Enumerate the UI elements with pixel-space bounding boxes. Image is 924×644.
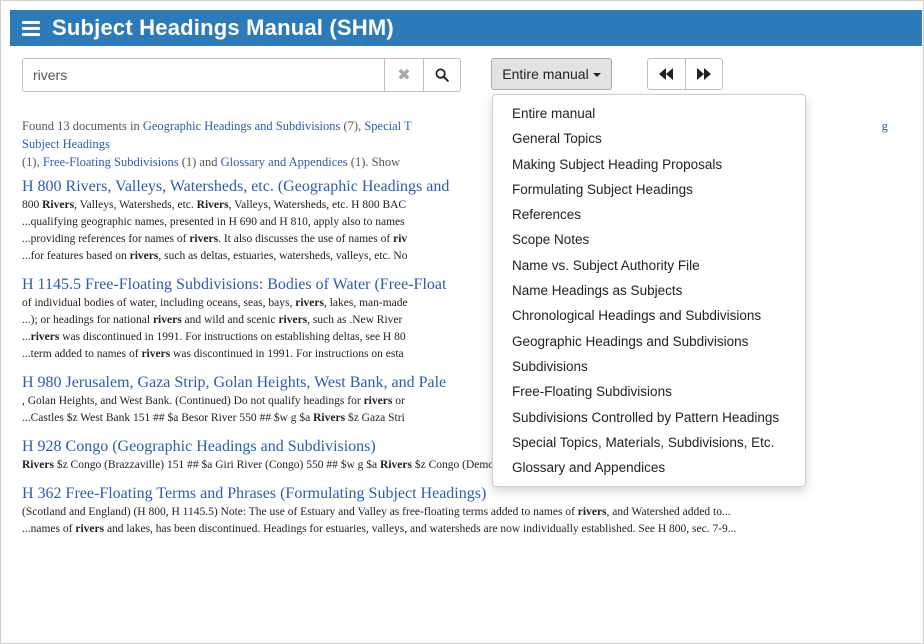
dropdown-item[interactable]: Formulating Subject Headings bbox=[493, 177, 805, 202]
dropdown-item[interactable]: Geographic Headings and Subdivisions bbox=[493, 329, 805, 354]
search-result: H 362 Free-Floating Terms and Phrases (F… bbox=[22, 484, 922, 538]
next-result-button[interactable] bbox=[684, 59, 723, 89]
search-button[interactable] bbox=[423, 59, 460, 91]
clear-search-button[interactable]: ✖ bbox=[384, 59, 423, 91]
search-icon bbox=[435, 68, 449, 82]
dropdown-item[interactable]: Name vs. Subject Authority File bbox=[493, 253, 805, 278]
result-title-link[interactable]: H 362 Free-Floating Terms and Phrases (F… bbox=[22, 484, 922, 504]
dropdown-item[interactable]: Special Topics, Materials, Subdivisions,… bbox=[493, 430, 805, 455]
app-header: Subject Headings Manual (SHM) bbox=[10, 10, 922, 46]
dropdown-item[interactable]: General Topics bbox=[493, 126, 805, 151]
category-link[interactable]: Glossary and Appendices bbox=[221, 155, 348, 169]
dropdown-item[interactable]: Subdivisions bbox=[493, 354, 805, 379]
category-link[interactable]: Free-Floating Subdivisions bbox=[43, 155, 179, 169]
hamburger-icon[interactable] bbox=[22, 20, 40, 36]
fast-forward-icon bbox=[696, 68, 711, 80]
page-title: Subject Headings Manual (SHM) bbox=[52, 15, 394, 40]
clear-icon: ✖ bbox=[397, 67, 411, 84]
dropdown-item[interactable]: Making Subject Heading Proposals bbox=[493, 152, 805, 177]
dropdown-item[interactable]: Entire manual bbox=[493, 101, 805, 126]
dropdown-item[interactable]: Chronological Headings and Subdivisions bbox=[493, 303, 805, 328]
result-nav bbox=[647, 58, 723, 90]
dropdown-item[interactable]: Glossary and Appendices bbox=[493, 455, 805, 480]
dropdown-item[interactable]: Subdivisions Controlled by Pattern Headi… bbox=[493, 405, 805, 430]
dropdown-item[interactable]: Scope Notes bbox=[493, 227, 805, 252]
result-snippet: ...names of rivers and lakes, has been d… bbox=[22, 523, 737, 535]
scope-label: Entire manual bbox=[502, 66, 589, 82]
category-link[interactable]: Geographic Headings and Subdivisions bbox=[143, 119, 341, 133]
caret-down-icon bbox=[592, 73, 601, 77]
rewind-icon bbox=[659, 68, 674, 80]
dropdown-item[interactable]: Free-Floating Subdivisions bbox=[493, 379, 805, 404]
dropdown-item[interactable]: References bbox=[493, 202, 805, 227]
scope-dropdown-button[interactable]: Entire manual bbox=[491, 58, 612, 90]
search-box: ✖ bbox=[22, 58, 461, 92]
search-input[interactable] bbox=[23, 59, 384, 91]
scope-dropdown-menu: Entire manual General Topics Making Subjec… bbox=[492, 94, 806, 487]
result-snippet: (Scotland and England) (H 800, H 1145.5)… bbox=[22, 506, 731, 518]
dropdown-item[interactable]: Name Headings as Subjects bbox=[493, 278, 805, 303]
previous-result-button[interactable] bbox=[648, 59, 685, 89]
category-link[interactable]: Special T bbox=[364, 119, 411, 133]
